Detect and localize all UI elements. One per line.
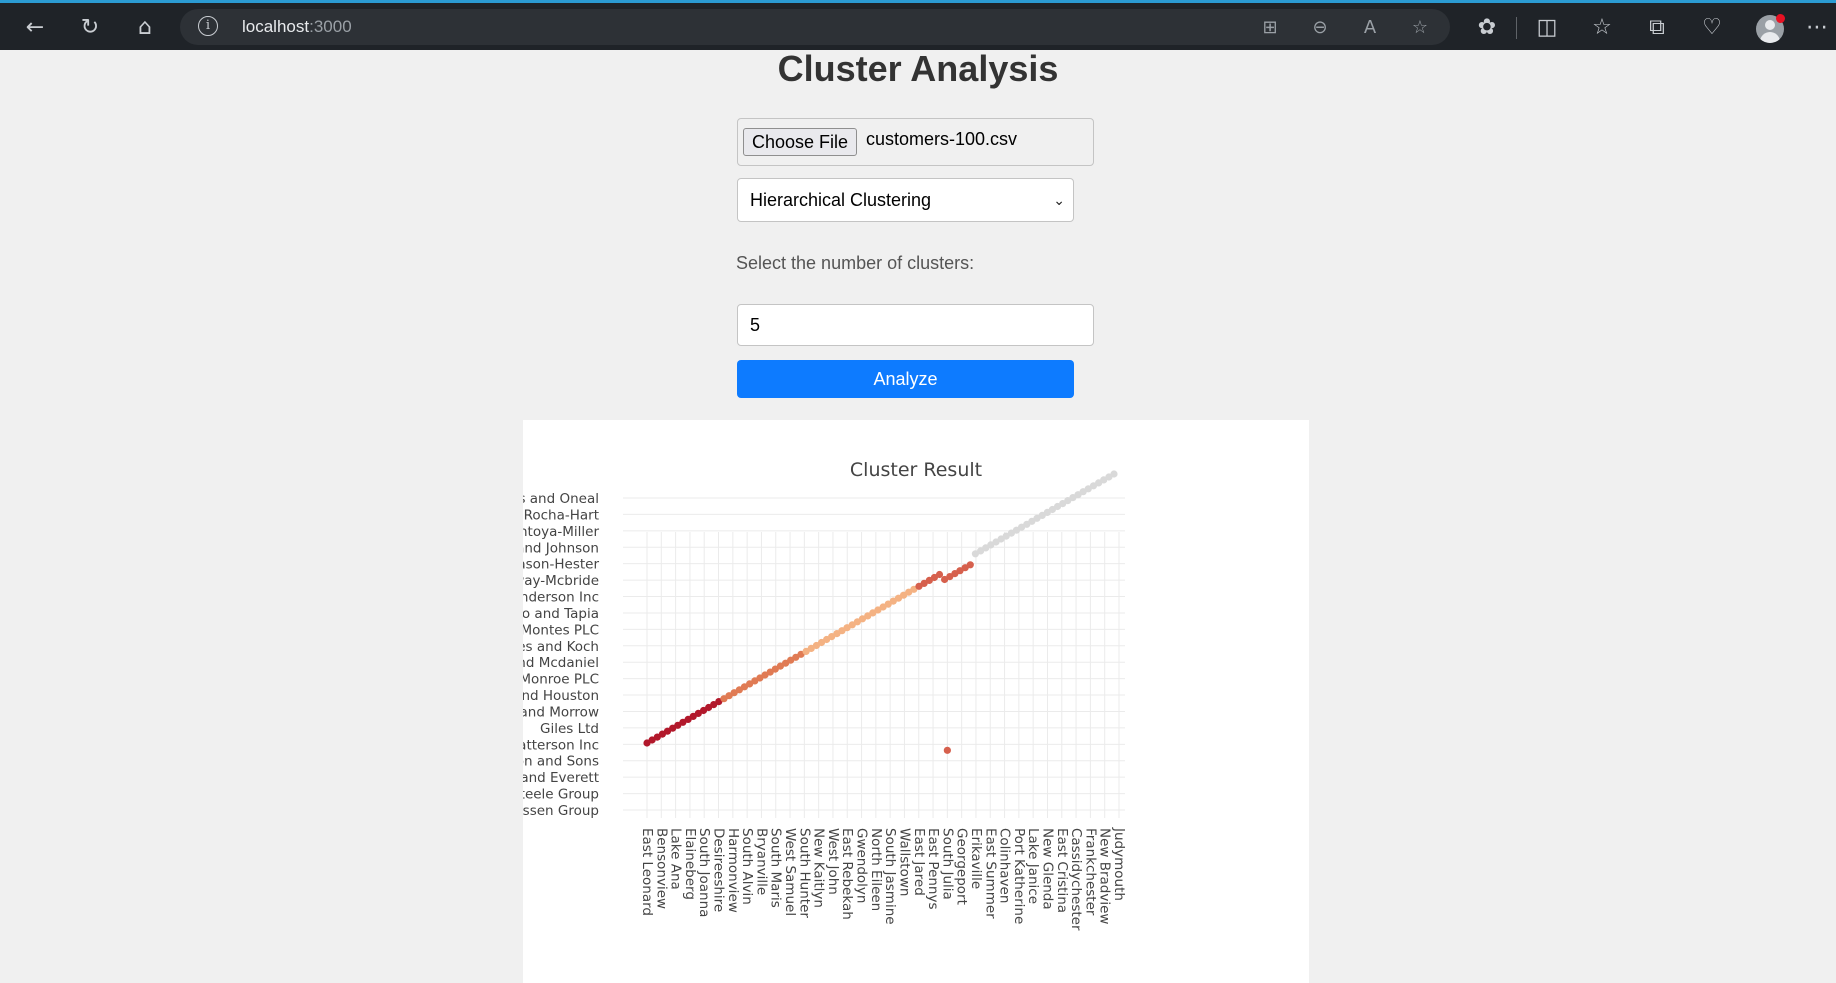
x-tick-label: South Maris <box>768 828 784 908</box>
more-icon[interactable]: ⋯ <box>1800 10 1834 44</box>
x-tick-label: New Glenda <box>1039 828 1055 910</box>
y-tick-label: Rasmussen Group <box>523 803 599 819</box>
x-tick-label: Frankchester <box>1082 828 1098 916</box>
y-tick-label: Brown and Morrow <box>523 704 599 720</box>
choose-file-button[interactable]: Choose File <box>743 128 858 156</box>
y-tick-label: Conway-Mcbride <box>523 573 599 589</box>
y-tick-label: Camacho and Tapia <box>523 606 599 622</box>
address-bar[interactable]: i localhost:3000 ⊞ ⊖ A ☆ <box>180 9 1450 45</box>
x-tick-label: West Samuel <box>782 828 798 916</box>
x-tick-label: Judymouth <box>1111 827 1127 901</box>
x-tick-label: Bensonview <box>653 828 669 909</box>
apps-icon[interactable]: ⊞ <box>1258 16 1282 40</box>
x-tick-label: South Hunter <box>796 828 812 918</box>
split-screen-icon[interactable]: ◫ <box>1530 10 1564 44</box>
x-tick-label: Georgeport <box>954 828 970 905</box>
y-tick-label: Hughes and Koch <box>523 639 599 655</box>
clustering-method-select[interactable]: Hierarchical Clustering ⌄ <box>737 178 1074 222</box>
chevron-down-icon: ⌄ <box>1053 192 1065 208</box>
x-tick-label: East Jared <box>911 828 927 896</box>
y-tick-label: Monroe PLC <box>523 672 599 688</box>
chart-title: Cluster Result <box>850 459 982 481</box>
x-tick-label: New Kaitlyn <box>811 828 827 908</box>
notification-dot <box>1776 14 1785 23</box>
y-tick-label: Steele Group <box>523 787 599 803</box>
outlier-point <box>943 746 951 754</box>
y-tick-label: Giles Ltd <box>540 721 599 737</box>
x-tick-label: Port Katherine <box>1011 828 1027 924</box>
x-tick-label: North Eileen <box>868 828 884 911</box>
y-tick-label: Montes PLC <box>523 622 599 638</box>
analyze-button[interactable]: Analyze <box>737 360 1074 398</box>
y-tick-label: Russell and Houston <box>523 688 599 704</box>
browser-toolbar: ← ↻ ⌂ i localhost:3000 ⊞ ⊖ A ☆ ✿ ◫ ☆ ⧉ ♡… <box>0 0 1836 50</box>
url-text[interactable]: localhost:3000 <box>242 17 352 37</box>
x-tick-label: South Alvin <box>739 828 755 905</box>
info-icon[interactable]: i <box>198 16 218 36</box>
y-tick-label: Houston and Sons <box>523 754 599 770</box>
y-tick-label: Bray and Mcdaniel <box>523 655 599 671</box>
x-tick-label: Bryanville <box>753 828 769 895</box>
chart-panel: Cluster Result Rasmussen GroupSteele Gro… <box>523 420 1309 983</box>
refresh-icon[interactable]: ↻ <box>73 10 107 44</box>
x-tick-label: East Cristina <box>1054 828 1070 913</box>
x-tick-label: Lake Janice <box>1025 828 1041 904</box>
x-tick-label: New Bradview <box>1097 828 1113 924</box>
x-tick-label: South Joanna <box>696 828 712 917</box>
x-tick-label: Colinhaven <box>997 828 1013 903</box>
y-tick-label: Neal and Johnson <box>523 540 599 556</box>
x-tick-label: Harmonview <box>725 828 741 913</box>
clusters-label: Select the number of clusters: <box>736 253 975 273</box>
cluster-scatter-chart: Cluster Result Rasmussen GroupSteele Gro… <box>523 459 1127 931</box>
y-tick-label: Hodges and Oneal <box>523 491 599 507</box>
x-tick-label: Wallstown <box>896 828 912 896</box>
x-tick-label: East Pennys <box>925 828 941 910</box>
y-tick-label: Montoya-Miller <box>523 524 599 540</box>
selected-file-name: customers-100.csv <box>866 129 1018 149</box>
x-tick-label: East Summer <box>982 828 998 919</box>
x-tick-label: East Leonard <box>639 828 655 916</box>
clustering-method-value: Hierarchical Clustering <box>750 190 932 210</box>
favorites-icon[interactable]: ☆ <box>1585 10 1619 44</box>
x-tick-label: Cassidychester <box>1068 828 1084 931</box>
clusters-number-input[interactable]: 5 <box>737 304 1094 346</box>
back-icon[interactable]: ← <box>18 10 52 44</box>
x-tick-label: Erikaville <box>968 828 984 889</box>
y-tick-label: Mason-Hester <box>523 557 599 573</box>
browser-essentials-icon[interactable]: ♡ <box>1695 10 1729 44</box>
y-tick-label: Rocha-Hart <box>524 507 599 523</box>
y-tick-label: Henderson Inc <box>523 590 599 606</box>
data-point <box>1110 470 1118 478</box>
collections-icon[interactable]: ⧉ <box>1640 10 1674 44</box>
x-tick-label: Gwendolyn <box>854 828 870 904</box>
home-icon[interactable]: ⌂ <box>128 10 162 44</box>
x-tick-label: East Rebekah <box>839 828 855 920</box>
extensions-icon[interactable]: ✿ <box>1470 10 1504 44</box>
x-tick-label: Desireeshire <box>711 828 727 912</box>
data-point <box>966 561 974 569</box>
zoom-out-icon[interactable]: ⊖ <box>1308 16 1332 40</box>
x-tick-label: South Julia <box>939 828 955 900</box>
read-aloud-icon[interactable]: A <box>1358 16 1382 40</box>
favorite-star-icon[interactable]: ☆ <box>1408 16 1432 40</box>
page-title: Cluster Analysis <box>777 48 1059 89</box>
x-tick-label: Elaineberg <box>682 828 698 900</box>
toolbar-divider <box>1516 17 1517 39</box>
y-tick-label: Wilkinson and Everett <box>523 770 599 786</box>
y-tick-label: Patterson Inc <box>523 737 599 753</box>
x-tick-label: South Jasmine <box>882 828 898 925</box>
x-tick-label: Lake Ana <box>668 828 684 890</box>
x-tick-label: West John <box>825 828 841 895</box>
